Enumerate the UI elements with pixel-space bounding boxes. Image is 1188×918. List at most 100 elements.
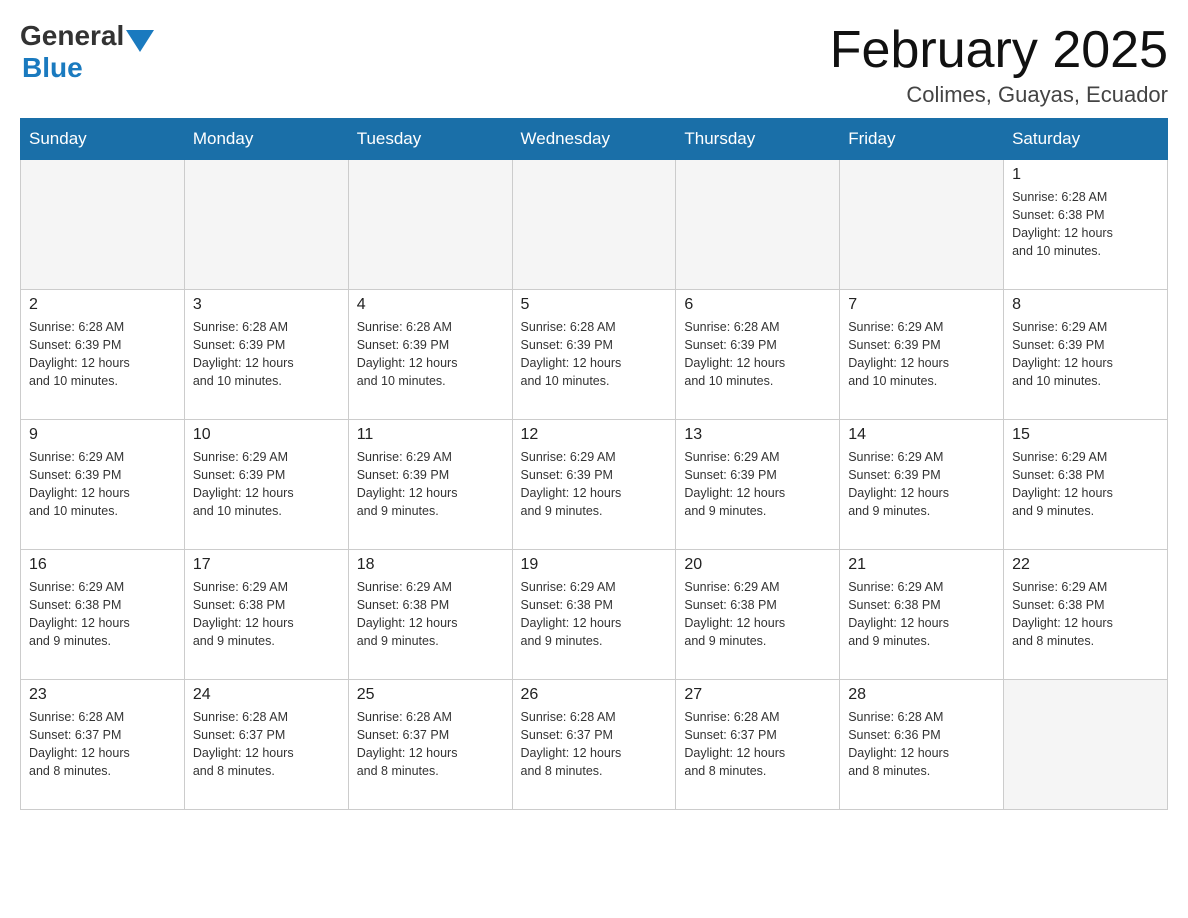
header-thursday: Thursday: [676, 119, 840, 160]
day-info: Sunrise: 6:28 AMSunset: 6:37 PMDaylight:…: [357, 708, 504, 781]
day-info: Sunrise: 6:28 AMSunset: 6:39 PMDaylight:…: [357, 318, 504, 391]
logo-blue-text: Blue: [22, 52, 83, 84]
calendar-week-row: 2 Sunrise: 6:28 AMSunset: 6:39 PMDaylight…: [21, 290, 1168, 420]
table-row: 1Sunrise: 6:28 AMSunset: 6:38 PMDaylight…: [1004, 160, 1168, 290]
table-row: 16 Sunrise: 6:29 AMSunset: 6:38 PMDayligh…: [21, 550, 185, 680]
table-row: 21 Sunrise: 6:29 AMSunset: 6:38 PMDayligh…: [840, 550, 1004, 680]
day-info: Sunrise: 6:29 AMSunset: 6:38 PMDaylight:…: [193, 578, 340, 651]
day-number: 19: [521, 556, 668, 574]
table-row: 5 Sunrise: 6:28 AMSunset: 6:39 PMDaylight…: [512, 290, 676, 420]
table-row: [1004, 680, 1168, 810]
table-row: 4 Sunrise: 6:28 AMSunset: 6:39 PMDaylight…: [348, 290, 512, 420]
title-block: February 2025 Colimes, Guayas, Ecuador: [830, 20, 1168, 108]
table-row: 13 Sunrise: 6:29 AMSunset: 6:39 PMDayligh…: [676, 420, 840, 550]
day-number: 24: [193, 686, 340, 704]
day-info: Sunrise: 6:29 AMSunset: 6:39 PMDaylight:…: [29, 448, 176, 521]
day-info: Sunrise: 6:29 AMSunset: 6:39 PMDaylight:…: [521, 448, 668, 521]
table-row: 24 Sunrise: 6:28 AMSunset: 6:37 PMDayligh…: [184, 680, 348, 810]
table-row: 9 Sunrise: 6:29 AMSunset: 6:39 PMDaylight…: [21, 420, 185, 550]
table-row: 17 Sunrise: 6:29 AMSunset: 6:38 PMDayligh…: [184, 550, 348, 680]
table-row: 7Sunrise: 6:29 AMSunset: 6:39 PMDaylight…: [840, 290, 1004, 420]
table-row: 22Sunrise: 6:29 AMSunset: 6:38 PMDayligh…: [1004, 550, 1168, 680]
header-friday: Friday: [840, 119, 1004, 160]
table-row: [184, 160, 348, 290]
day-info: Sunrise: 6:28 AMSunset: 6:39 PMDaylight:…: [684, 318, 831, 391]
table-row: 6 Sunrise: 6:28 AMSunset: 6:39 PMDaylight…: [676, 290, 840, 420]
day-info: Sunrise: 6:28 AMSunset: 6:38 PMDaylight:…: [1012, 188, 1159, 261]
table-row: 20 Sunrise: 6:29 AMSunset: 6:38 PMDayligh…: [676, 550, 840, 680]
day-number: 20: [684, 556, 831, 574]
day-number: 18: [357, 556, 504, 574]
day-number: 2: [29, 296, 176, 314]
day-number: 22: [1012, 556, 1159, 574]
header-tuesday: Tuesday: [348, 119, 512, 160]
day-number: 5: [521, 296, 668, 314]
day-number: 10: [193, 426, 340, 444]
day-number: 6: [684, 296, 831, 314]
day-number: 21: [848, 556, 995, 574]
day-info: Sunrise: 6:29 AMSunset: 6:38 PMDaylight:…: [357, 578, 504, 651]
calendar-week-row: 16 Sunrise: 6:29 AMSunset: 6:38 PMDayligh…: [21, 550, 1168, 680]
day-info: Sunrise: 6:29 AMSunset: 6:39 PMDaylight:…: [848, 448, 995, 521]
day-info: Sunrise: 6:28 AMSunset: 6:36 PMDaylight:…: [848, 708, 995, 781]
calendar-table: Sunday Monday Tuesday Wednesday Thursday…: [20, 118, 1168, 810]
day-info: Sunrise: 6:29 AMSunset: 6:38 PMDaylight:…: [1012, 448, 1159, 521]
day-number: 28: [848, 686, 995, 704]
table-row: 27 Sunrise: 6:28 AMSunset: 6:37 PMDayligh…: [676, 680, 840, 810]
month-title: February 2025: [830, 20, 1168, 80]
location-title: Colimes, Guayas, Ecuador: [830, 82, 1168, 108]
day-info: Sunrise: 6:28 AMSunset: 6:39 PMDaylight:…: [193, 318, 340, 391]
day-info: Sunrise: 6:29 AMSunset: 6:39 PMDaylight:…: [193, 448, 340, 521]
table-row: 2 Sunrise: 6:28 AMSunset: 6:39 PMDaylight…: [21, 290, 185, 420]
logo: General Blue: [20, 20, 154, 84]
table-row: 28 Sunrise: 6:28 AMSunset: 6:36 PMDayligh…: [840, 680, 1004, 810]
day-info: Sunrise: 6:28 AMSunset: 6:37 PMDaylight:…: [521, 708, 668, 781]
calendar-week-row: 1Sunrise: 6:28 AMSunset: 6:38 PMDaylight…: [21, 160, 1168, 290]
day-number: 17: [193, 556, 340, 574]
table-row: 14 Sunrise: 6:29 AMSunset: 6:39 PMDayligh…: [840, 420, 1004, 550]
day-info: Sunrise: 6:29 AMSunset: 6:38 PMDaylight:…: [521, 578, 668, 651]
weekday-header-row: Sunday Monday Tuesday Wednesday Thursday…: [21, 119, 1168, 160]
table-row: 11Sunrise: 6:29 AMSunset: 6:39 PMDayligh…: [348, 420, 512, 550]
page-header: General Blue February 2025 Colimes, Guay…: [20, 20, 1168, 108]
day-number: 15: [1012, 426, 1159, 444]
day-number: 16: [29, 556, 176, 574]
day-number: 8: [1012, 296, 1159, 314]
table-row: 10 Sunrise: 6:29 AMSunset: 6:39 PMDayligh…: [184, 420, 348, 550]
day-number: 3: [193, 296, 340, 314]
day-number: 4: [357, 296, 504, 314]
day-info: Sunrise: 6:29 AMSunset: 6:38 PMDaylight:…: [29, 578, 176, 651]
day-info: Sunrise: 6:28 AMSunset: 6:37 PMDaylight:…: [684, 708, 831, 781]
day-number: 9: [29, 426, 176, 444]
day-info: Sunrise: 6:28 AMSunset: 6:39 PMDaylight:…: [29, 318, 176, 391]
table-row: 8Sunrise: 6:29 AMSunset: 6:39 PMDaylight…: [1004, 290, 1168, 420]
table-row: 18 Sunrise: 6:29 AMSunset: 6:38 PMDayligh…: [348, 550, 512, 680]
header-saturday: Saturday: [1004, 119, 1168, 160]
day-info: Sunrise: 6:29 AMSunset: 6:38 PMDaylight:…: [684, 578, 831, 651]
day-info: Sunrise: 6:28 AMSunset: 6:39 PMDaylight:…: [521, 318, 668, 391]
table-row: 25 Sunrise: 6:28 AMSunset: 6:37 PMDayligh…: [348, 680, 512, 810]
calendar-week-row: 9 Sunrise: 6:29 AMSunset: 6:39 PMDaylight…: [21, 420, 1168, 550]
header-sunday: Sunday: [21, 119, 185, 160]
day-number: 26: [521, 686, 668, 704]
table-row: 23 Sunrise: 6:28 AMSunset: 6:37 PMDayligh…: [21, 680, 185, 810]
day-number: 25: [357, 686, 504, 704]
day-info: Sunrise: 6:29 AMSunset: 6:39 PMDaylight:…: [684, 448, 831, 521]
day-info: Sunrise: 6:28 AMSunset: 6:37 PMDaylight:…: [193, 708, 340, 781]
logo-triangle-icon: [126, 30, 154, 52]
table-row: 3 Sunrise: 6:28 AMSunset: 6:39 PMDaylight…: [184, 290, 348, 420]
table-row: 12 Sunrise: 6:29 AMSunset: 6:39 PMDayligh…: [512, 420, 676, 550]
day-info: Sunrise: 6:29 AMSunset: 6:38 PMDaylight:…: [848, 578, 995, 651]
table-row: [21, 160, 185, 290]
day-number: 27: [684, 686, 831, 704]
day-number: 12: [521, 426, 668, 444]
table-row: 19 Sunrise: 6:29 AMSunset: 6:38 PMDayligh…: [512, 550, 676, 680]
day-number: 13: [684, 426, 831, 444]
day-number: 7: [848, 296, 995, 314]
table-row: [512, 160, 676, 290]
day-info: Sunrise: 6:28 AMSunset: 6:37 PMDaylight:…: [29, 708, 176, 781]
day-number: 23: [29, 686, 176, 704]
header-monday: Monday: [184, 119, 348, 160]
day-number: 14: [848, 426, 995, 444]
table-row: [348, 160, 512, 290]
